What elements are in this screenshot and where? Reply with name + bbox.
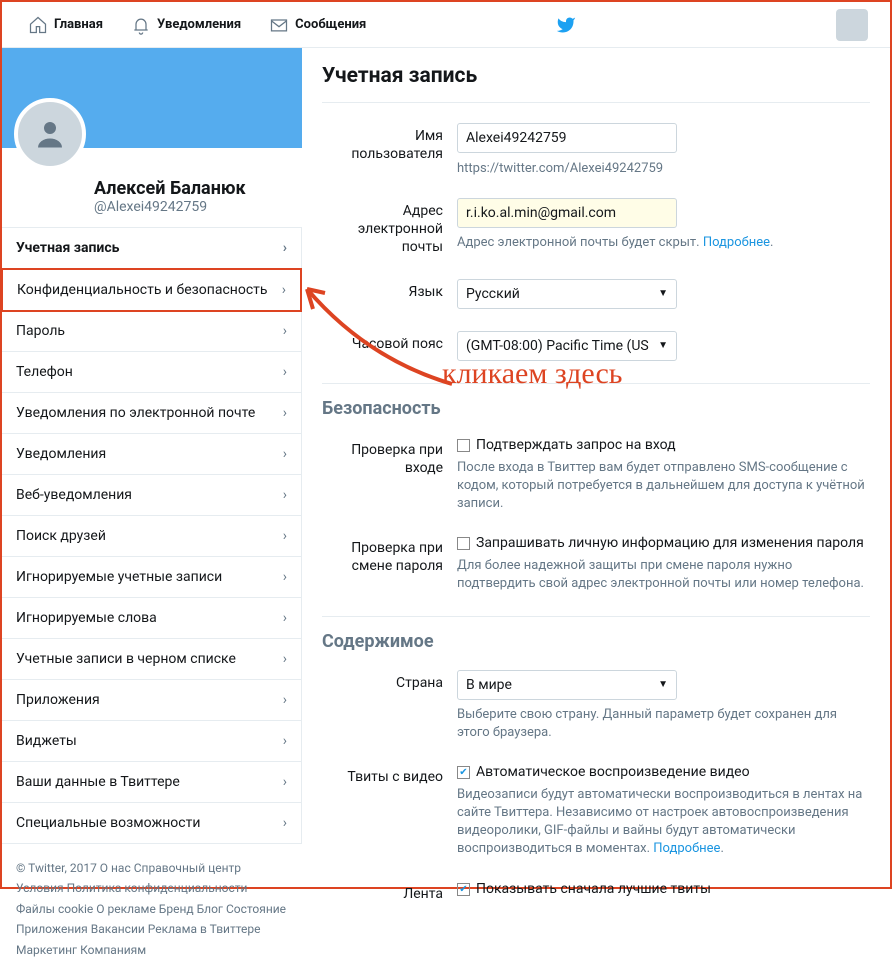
footer-links: © Twitter, 2017 О нас Справочный центр У… xyxy=(2,844,302,974)
pw-change-checkbox[interactable] xyxy=(457,537,470,550)
home-icon xyxy=(28,15,48,35)
video-more-link[interactable]: Подробнее xyxy=(653,841,720,856)
menu-item-web-notif[interactable]: Веб-уведомления› xyxy=(2,475,301,516)
chevron-right-icon: › xyxy=(283,569,287,585)
twitter-logo-icon xyxy=(556,15,576,35)
login-verify-checkbox[interactable] xyxy=(457,439,470,452)
email-more-link[interactable]: Подробнее xyxy=(703,235,770,250)
video-autoplay-checkbox[interactable] xyxy=(457,766,470,779)
menu-item-find-friends[interactable]: Поиск друзей› xyxy=(2,516,301,557)
chevron-right-icon: › xyxy=(283,651,287,667)
menu-item-privacy[interactable]: Конфиденциальность и безопасность› xyxy=(1,268,302,312)
menu-item-blocked[interactable]: Учетные записи в черном списке› xyxy=(2,639,301,680)
chevron-right-icon: › xyxy=(283,692,287,708)
content: Учетная запись Имя пользователя https://… xyxy=(302,48,890,974)
profile-header xyxy=(2,48,302,148)
chevron-right-icon: › xyxy=(283,323,287,339)
nav-notifications-label: Уведомления xyxy=(157,17,241,32)
country-label: Страна xyxy=(322,670,457,742)
username-label: Имя пользователя xyxy=(322,123,457,176)
email-label: Адрес электронной почты xyxy=(322,198,457,257)
menu-item-accessibility[interactable]: Специальные возможности› xyxy=(2,803,301,844)
profile-url: https://twitter.com/Alexei49242759 xyxy=(457,161,870,176)
timezone-select[interactable]: (GMT-08:00) Pacific Time (US▼ xyxy=(457,331,677,361)
sidebar: Алексей Баланюк @Alexei49242759 Учетная … xyxy=(2,48,302,974)
menu-item-email-notif[interactable]: Уведомления по электронной почте› xyxy=(2,393,301,434)
avatar[interactable] xyxy=(836,9,868,41)
timezone-label: Часовой пояс xyxy=(322,331,457,361)
menu-item-password[interactable]: Пароль› xyxy=(2,311,301,352)
menu-item-account[interactable]: Учетная запись› xyxy=(2,228,301,269)
chevron-down-icon: ▼ xyxy=(658,679,668,690)
profile-avatar xyxy=(14,98,86,170)
envelope-icon xyxy=(269,15,289,35)
top-nav: Главная Уведомления Сообщения xyxy=(2,2,890,48)
chevron-right-icon: › xyxy=(283,487,287,503)
pw-change-label: Проверка при смене пароля xyxy=(322,535,457,593)
feed-label: Лента xyxy=(322,881,457,903)
menu-item-muted-words[interactable]: Игнорируемые слова› xyxy=(2,598,301,639)
nav-messages-label: Сообщения xyxy=(295,17,366,32)
chevron-down-icon: ▼ xyxy=(658,340,668,351)
country-help: Выберите свою страну. Данный параметр бу… xyxy=(457,706,870,742)
chevron-right-icon: › xyxy=(282,282,286,298)
video-check-text: Автоматическое воспроизведение видео xyxy=(476,764,750,780)
feed-checkbox[interactable] xyxy=(457,883,470,896)
settings-menu: Учетная запись› Конфиденциальность и без… xyxy=(2,228,302,844)
pw-change-text: Запрашивать личную информацию для измене… xyxy=(476,535,864,551)
login-verify-label: Проверка при входе xyxy=(322,437,457,514)
chevron-right-icon: › xyxy=(283,774,287,790)
chevron-right-icon: › xyxy=(283,240,287,256)
profile-handle: @Alexei49242759 xyxy=(94,199,290,215)
language-select[interactable]: Русский▼ xyxy=(457,279,677,309)
login-verify-help: После входа в Твиттер вам будет отправле… xyxy=(457,459,870,514)
country-select[interactable]: В мире▼ xyxy=(457,670,677,700)
nav-messages[interactable]: Сообщения xyxy=(255,2,380,48)
nav-notifications[interactable]: Уведомления xyxy=(117,2,255,48)
chevron-right-icon: › xyxy=(283,446,287,462)
content-section-title: Содержимое xyxy=(322,631,870,652)
page-title: Учетная запись xyxy=(322,64,870,103)
pw-change-help: Для более надежной защиты при смене паро… xyxy=(457,557,870,593)
language-label: Язык xyxy=(322,279,457,309)
chevron-down-icon: ▼ xyxy=(658,288,668,299)
menu-item-widgets[interactable]: Виджеты› xyxy=(2,721,301,762)
menu-item-notifications[interactable]: Уведомления› xyxy=(2,434,301,475)
chevron-right-icon: › xyxy=(283,405,287,421)
bell-icon xyxy=(131,15,151,35)
chevron-right-icon: › xyxy=(283,733,287,749)
chevron-right-icon: › xyxy=(283,528,287,544)
menu-item-your-data[interactable]: Ваши данные в Твиттере› xyxy=(2,762,301,803)
login-verify-text: Подтверждать запрос на вход xyxy=(476,437,676,453)
nav-home-label: Главная xyxy=(54,17,103,32)
chevron-right-icon: › xyxy=(283,815,287,831)
email-help: Адрес электронной почты будет скрыт. xyxy=(457,235,700,250)
video-label: Твиты с видео xyxy=(322,764,457,859)
security-section-title: Безопасность xyxy=(322,398,870,419)
chevron-right-icon: › xyxy=(283,364,287,380)
menu-item-phone[interactable]: Телефон› xyxy=(2,352,301,393)
chevron-right-icon: › xyxy=(283,610,287,626)
menu-item-muted-accounts[interactable]: Игнорируемые учетные записи› xyxy=(2,557,301,598)
menu-item-apps[interactable]: Приложения› xyxy=(2,680,301,721)
nav-home[interactable]: Главная xyxy=(14,2,117,48)
profile-name: Алексей Баланюк xyxy=(94,178,290,199)
username-input[interactable] xyxy=(457,123,677,153)
email-input[interactable] xyxy=(457,198,677,228)
